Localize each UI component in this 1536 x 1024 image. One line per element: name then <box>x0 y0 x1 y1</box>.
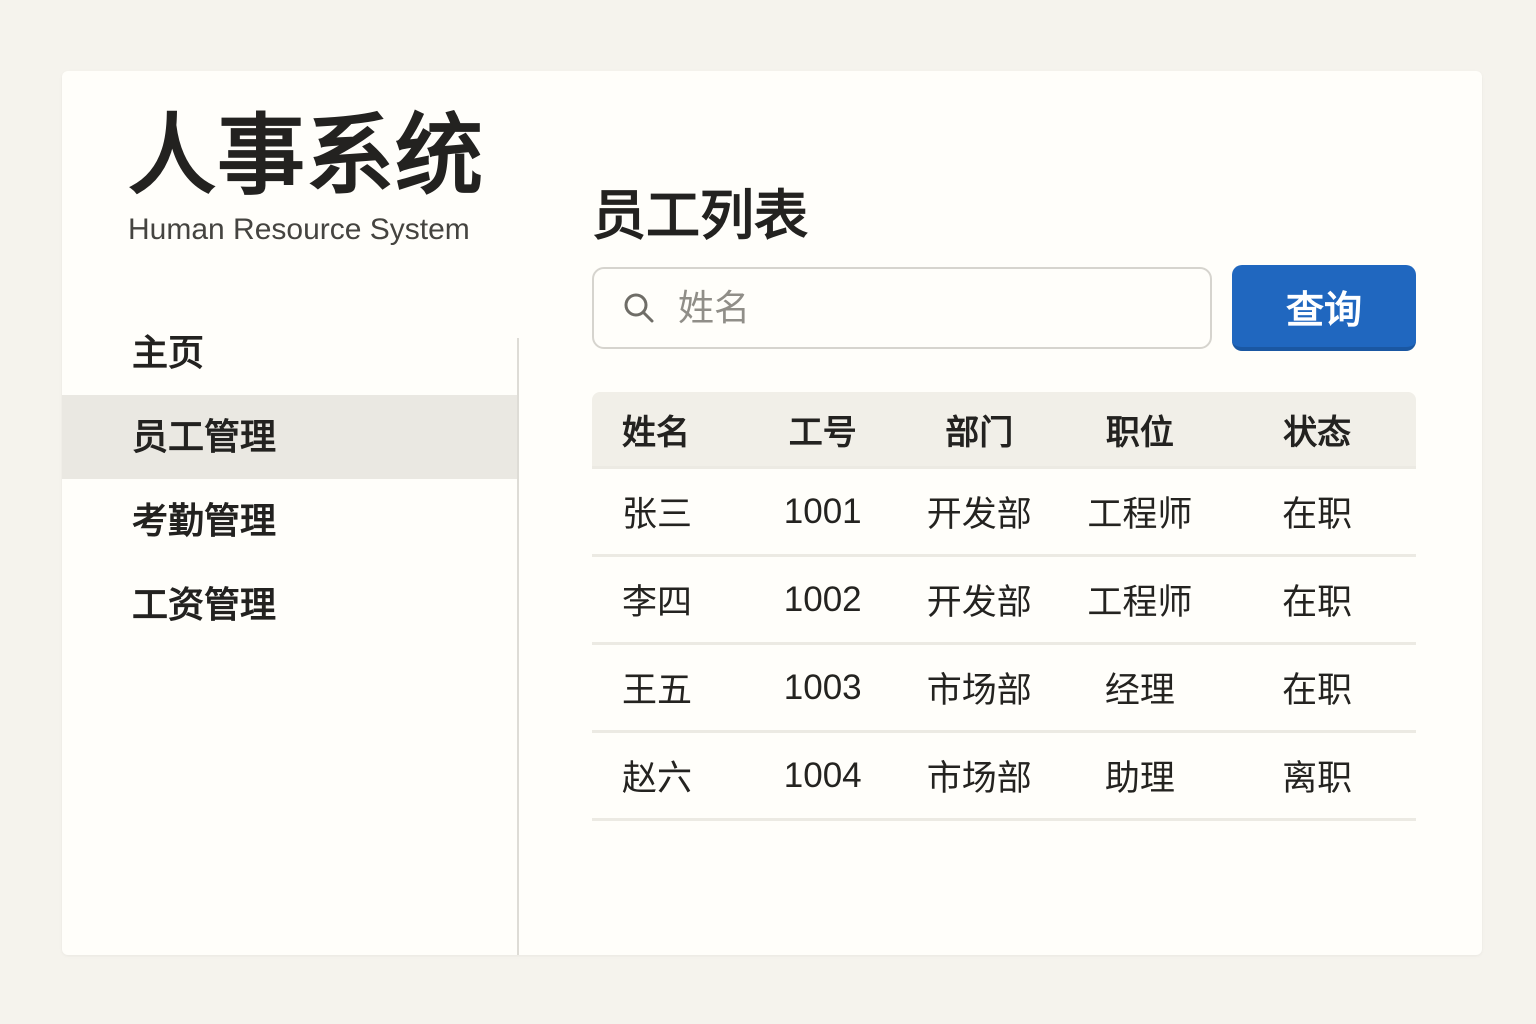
column-header-status: 状态 <box>1283 413 1352 452</box>
employee-table: 姓名 工号 部门 职位 状态 张三 1001 开发部 工程师 在职 李四 100… <box>592 392 1416 840</box>
cell-department: 市场部 <box>926 671 1032 710</box>
sidebar-item-home[interactable]: 主页 <box>62 311 517 395</box>
cell-status: 在职 <box>1282 671 1353 710</box>
table-row[interactable]: 王五 1003 市场部 经理 在职 <box>592 642 1416 730</box>
app-window: 人事系统 Human Resource System 主页 员工管理 考勤管理 … <box>62 71 1482 955</box>
page-title: 员工列表 <box>592 186 808 246</box>
column-header-position: 职位 <box>1105 413 1174 452</box>
sidebar-item-salary-management[interactable]: 工资管理 <box>62 563 517 647</box>
cell-status: 离职 <box>1282 759 1353 798</box>
cell-department: 开发部 <box>926 583 1032 622</box>
cell-position: 工程师 <box>1087 495 1193 534</box>
sidebar: 人事系统 Human Resource System 主页 员工管理 考勤管理 … <box>62 71 519 955</box>
cell-employee-id: 1003 <box>783 667 862 707</box>
column-header-department: 部门 <box>945 413 1014 452</box>
sidebar-item-attendance-management[interactable]: 考勤管理 <box>62 479 517 563</box>
cell-status: 在职 <box>1282 583 1353 622</box>
cell-name: 王五 <box>622 671 693 710</box>
search-box <box>592 267 1212 349</box>
cell-name: 赵六 <box>622 759 693 798</box>
cell-name: 张三 <box>622 495 693 534</box>
table-row[interactable]: 李四 1002 开发部 工程师 在职 <box>592 554 1416 642</box>
app-subtitle: Human Resource System <box>128 213 470 246</box>
table-header-row: 姓名 工号 部门 职位 状态 <box>592 392 1416 466</box>
main-content: 员工列表 查询 姓名 工号 部门 职位 状态 张三 1001 <box>592 71 1482 955</box>
sidebar-menu: 主页 员工管理 考勤管理 工资管理 <box>62 311 517 647</box>
search-icon <box>624 293 654 323</box>
cell-position: 助理 <box>1104 759 1175 798</box>
table-footer-strip <box>592 818 1416 840</box>
app-title: 人事系统 <box>128 106 485 205</box>
cell-employee-id: 1001 <box>783 491 862 531</box>
search-button[interactable]: 查询 <box>1232 265 1416 351</box>
column-header-name: 姓名 <box>622 413 690 452</box>
column-header-employee-id: 工号 <box>788 413 857 452</box>
cell-name: 李四 <box>622 583 693 622</box>
cell-status: 在职 <box>1282 495 1353 534</box>
cell-employee-id: 1004 <box>783 755 862 795</box>
table-row[interactable]: 张三 1001 开发部 工程师 在职 <box>592 466 1416 554</box>
cell-employee-id: 1002 <box>783 579 862 619</box>
table-row[interactable]: 赵六 1004 市场部 助理 离职 <box>592 730 1416 818</box>
sidebar-divider <box>517 338 519 955</box>
search-input[interactable] <box>676 286 1210 330</box>
sidebar-item-employee-management[interactable]: 员工管理 <box>62 395 517 479</box>
cell-position: 经理 <box>1104 671 1175 710</box>
cell-department: 开发部 <box>926 495 1032 534</box>
brand: 人事系统 Human Resource System <box>128 101 484 247</box>
cell-position: 工程师 <box>1087 583 1193 622</box>
cell-department: 市场部 <box>926 759 1032 798</box>
